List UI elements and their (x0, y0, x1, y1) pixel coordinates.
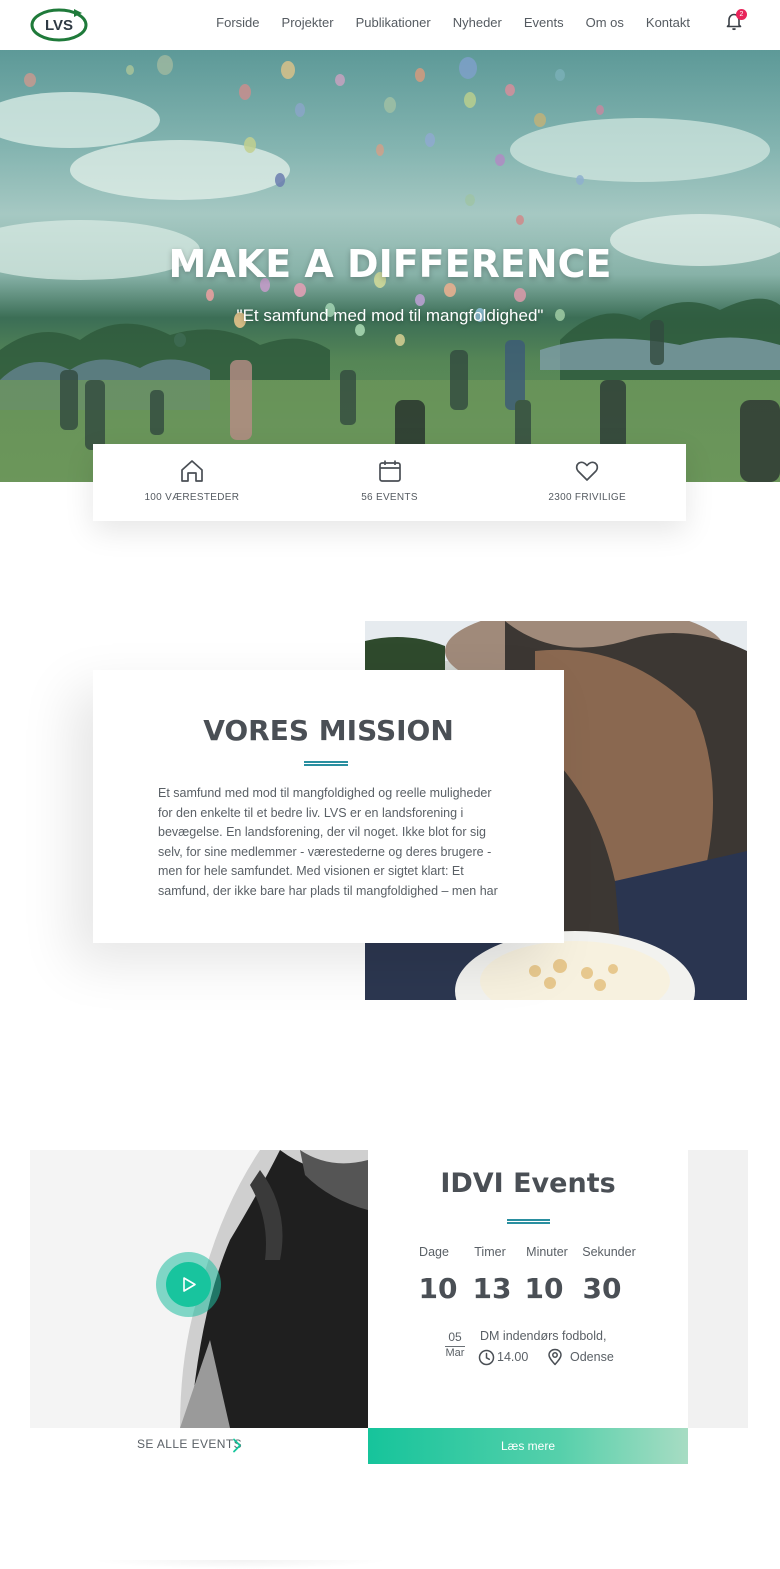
nav-link-projekter[interactable]: Projekter (282, 15, 334, 30)
nav-link-forside[interactable]: Forside (216, 15, 259, 30)
countdown-minutes: 10 (524, 1272, 564, 1305)
event-time: 14.00 (497, 1350, 529, 1364)
nav-link-kontakt[interactable]: Kontakt (646, 15, 690, 30)
top-nav: LVS Forside Projekter Publikationer Nyhe… (0, 0, 780, 50)
stat-label: 56 EVENTS (361, 492, 418, 503)
stat-frivilige: 2300 FRIVILIGE (488, 444, 686, 521)
play-button[interactable] (156, 1252, 221, 1317)
calendar-icon (378, 460, 401, 482)
logo-text: LVS (45, 17, 73, 34)
countdown-days: 10 (418, 1272, 458, 1305)
event-date-month: Mar (445, 1347, 465, 1359)
stat-vaeresteder: 100 VÆRESTEDER (93, 444, 291, 521)
countdown-hours-label: Timer (474, 1245, 506, 1259)
see-all-events-link[interactable]: SE ALLE EVENTS (137, 1437, 242, 1451)
mission-title: VORES MISSION (203, 714, 454, 747)
mission-card: VORES MISSION Et samfund med mod til man… (93, 670, 564, 943)
heart-icon (576, 461, 599, 481)
read-more-button[interactable]: Læs mere (368, 1428, 688, 1464)
countdown-seconds-label: Sekunder (582, 1245, 636, 1259)
event-date-day: 05 (448, 1330, 462, 1344)
stat-label: 2300 FRIVILIGE (548, 492, 626, 503)
title-divider (304, 761, 348, 766)
home-icon (180, 460, 203, 482)
lvs-logo[interactable]: LVS (30, 3, 90, 43)
events-side-strip (688, 1150, 748, 1428)
mission-text: Et samfund med mod til mangfoldighed og … (158, 786, 498, 898)
hero-subtitle: "Et samfund med mod til mangfoldighed" (236, 306, 544, 325)
hero-title: MAKE A DIFFERENCE (168, 242, 612, 286)
countdown-hours: 13 (472, 1272, 512, 1305)
event-name: DM indendørs fodbold, (480, 1329, 607, 1343)
hero-banner: MAKE A DIFFERENCE "Et samfund med mod ti… (0, 50, 780, 482)
clock-icon (478, 1349, 495, 1366)
play-icon (166, 1262, 211, 1307)
chevron-right-icon[interactable] (231, 1438, 243, 1453)
location-pin-icon (548, 1348, 562, 1366)
countdown-days-label: Dage (419, 1245, 449, 1259)
countdown-seconds: 30 (582, 1272, 622, 1305)
event-location: Odense (570, 1350, 614, 1364)
nav-link-events[interactable]: Events (524, 15, 564, 30)
stats-card: 100 VÆRESTEDER 56 EVENTS 2300 FRIVILIGE (93, 444, 686, 521)
stat-label: 100 VÆRESTEDER (144, 492, 240, 503)
nav-link-publikationer[interactable]: Publikationer (356, 15, 431, 30)
stat-events: 56 EVENTS (291, 444, 489, 521)
countdown-minutes-label: Minuter (526, 1245, 568, 1259)
nav-links: Forside Projekter Publikationer Nyheder … (194, 0, 690, 44)
nav-link-nyheder[interactable]: Nyheder (453, 15, 502, 30)
notification-badge: 2 (736, 9, 747, 20)
nav-link-om-os[interactable]: Om os (586, 15, 624, 30)
next-section-shadow (90, 1560, 390, 1569)
events-title: IDVI Events (440, 1168, 616, 1199)
events-title-divider (507, 1219, 550, 1224)
